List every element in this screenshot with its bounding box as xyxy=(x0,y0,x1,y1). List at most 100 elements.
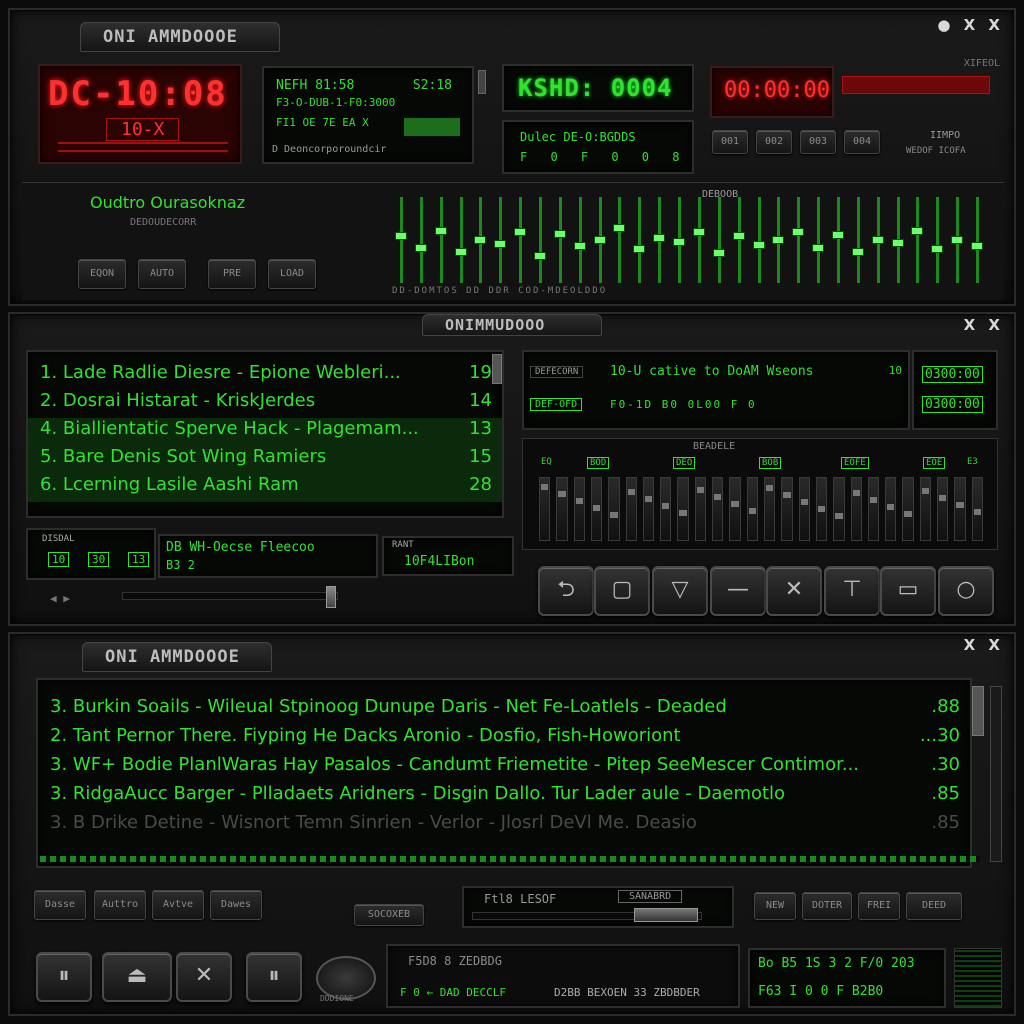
eq-band-knob[interactable] xyxy=(553,229,566,238)
mixer-fader[interactable] xyxy=(764,477,776,541)
eq-band-slider[interactable] xyxy=(534,197,546,283)
mixer-fader-cap[interactable] xyxy=(679,510,687,516)
mixer-fader-cap[interactable] xyxy=(783,492,791,498)
eq-band-slider[interactable] xyxy=(573,197,586,283)
right-button-3[interactable]: 003 xyxy=(800,130,836,154)
eq-band-slider[interactable] xyxy=(792,197,805,283)
eq-band-slider[interactable] xyxy=(474,197,487,283)
eq-band-knob[interactable] xyxy=(792,228,805,237)
eq-band-slider[interactable] xyxy=(812,197,825,283)
close-track-button[interactable]: ✕ xyxy=(176,952,232,1002)
eq-band-slider[interactable] xyxy=(752,197,765,283)
eq-band-knob[interactable] xyxy=(434,226,447,235)
eq-band-slider[interactable] xyxy=(414,197,427,283)
eq-band-knob[interactable] xyxy=(772,236,785,244)
playlist-row-selected[interactable]: 5. Bare Denis Sot Wing Ramiers 15 xyxy=(28,446,502,474)
eq-band-knob[interactable] xyxy=(534,251,546,260)
mixer-fader[interactable] xyxy=(556,477,568,541)
eq-band-slider[interactable] xyxy=(633,197,646,283)
playlist-row-selected[interactable]: 4. Biallientatic Sperve Hack - Plagemam.… xyxy=(28,418,502,446)
mixer-fader-cap[interactable] xyxy=(575,498,583,504)
mixer-fader-cap[interactable] xyxy=(558,491,566,497)
library-right-button-3[interactable]: FREI xyxy=(858,892,900,920)
eq-band-slider[interactable] xyxy=(434,197,447,283)
mixer-fader[interactable] xyxy=(590,477,603,541)
mixer-fader-cap[interactable] xyxy=(592,505,601,511)
eq-band-slider[interactable] xyxy=(832,197,844,283)
mixer-fader-cap[interactable] xyxy=(887,504,895,510)
eq-band-slider[interactable] xyxy=(653,197,666,283)
mixer-fader[interactable] xyxy=(677,477,689,541)
mixer-fader[interactable] xyxy=(712,477,724,541)
mixer-faders[interactable] xyxy=(537,477,987,541)
circle-button[interactable]: ○ xyxy=(938,566,994,616)
mixer-fader-cap[interactable] xyxy=(973,509,981,515)
mixer-fader[interactable] xyxy=(660,477,672,541)
mixer-fader-cap[interactable] xyxy=(800,499,808,505)
mixer-fader-cap[interactable] xyxy=(610,512,618,518)
eq-on-button[interactable]: EQON xyxy=(78,259,126,289)
repeat-button[interactable]: ⮌ xyxy=(538,566,594,616)
eq-band-slider[interactable] xyxy=(692,197,705,283)
mixer-fader-cap[interactable] xyxy=(731,501,739,507)
right-button-2[interactable]: 002 xyxy=(756,130,792,154)
library-window-controls[interactable]: X X xyxy=(964,636,1004,654)
mixer-fader[interactable] xyxy=(850,477,862,541)
mixer-fader[interactable] xyxy=(694,477,707,541)
eq-band-knob[interactable] xyxy=(752,240,765,249)
mixer-fader[interactable] xyxy=(971,477,983,541)
right-button-1[interactable]: 001 xyxy=(712,130,748,154)
eq-band-knob[interactable] xyxy=(673,238,686,247)
library-button-2[interactable]: Auttro xyxy=(94,890,146,920)
mixer-fader[interactable] xyxy=(954,477,966,541)
mixer-fader[interactable] xyxy=(729,477,741,541)
eq-load-button[interactable]: LOAD xyxy=(268,259,316,289)
library-right-button-1[interactable]: NEW xyxy=(754,892,796,920)
right-button-4[interactable]: 004 xyxy=(844,130,880,154)
eq-band-slider[interactable] xyxy=(553,197,566,283)
eq-preset-button[interactable]: PRE xyxy=(208,259,256,289)
eq-band-knob[interactable] xyxy=(633,245,646,254)
eq-auto-button[interactable]: AUTO xyxy=(138,259,186,289)
library-right-button-4[interactable]: DEED xyxy=(906,892,962,920)
close-button[interactable]: ✕ xyxy=(766,566,822,616)
mixer-fader-cap[interactable] xyxy=(904,511,912,517)
playlist-row[interactable]: 2. Dosrai Histarat - KriskJerdes 14 xyxy=(28,390,502,418)
window-button[interactable]: ▭ xyxy=(880,566,936,616)
library-seek-knob[interactable] xyxy=(634,908,698,922)
eq-band-slider[interactable] xyxy=(613,197,626,283)
eq-band-slider[interactable] xyxy=(911,197,924,283)
seek-icons[interactable]: ◀ ▶ xyxy=(50,592,70,605)
mixer-fader-cap[interactable] xyxy=(869,497,878,503)
tee-button[interactable]: ⊤ xyxy=(824,566,880,616)
mixer-fader[interactable] xyxy=(746,477,758,541)
library-button-4[interactable]: Dawes xyxy=(210,890,262,920)
stop-button[interactable]: ▢ xyxy=(594,566,650,616)
mixer-fader-cap[interactable] xyxy=(541,484,549,490)
mixer-fader-cap[interactable] xyxy=(748,508,756,514)
mixer-fader[interactable] xyxy=(798,477,810,541)
mixer-fader[interactable] xyxy=(608,477,620,541)
library-row[interactable]: 3. Burkin Soails - Wileual Stpinoog Dunu… xyxy=(38,696,970,724)
eq-band-slider[interactable] xyxy=(971,197,984,283)
mixer-fader-cap[interactable] xyxy=(662,503,670,509)
mixer-fader-cap[interactable] xyxy=(766,485,774,491)
seek-knob[interactable] xyxy=(326,586,336,608)
library-row[interactable]: 3. RidgaAucc Barger - Plladaets Aridners… xyxy=(38,783,970,811)
eq-band-knob[interactable] xyxy=(414,243,427,252)
eq-band-slider[interactable] xyxy=(931,197,944,283)
eq-band-knob[interactable] xyxy=(931,245,944,254)
info-scroll-indicator[interactable] xyxy=(478,70,486,94)
eq-band-knob[interactable] xyxy=(951,236,964,244)
mixer-fader[interactable] xyxy=(867,477,880,541)
eq-band-knob[interactable] xyxy=(851,247,864,256)
eq-band-slider[interactable] xyxy=(514,197,527,283)
eq-band-sliders[interactable] xyxy=(390,197,986,283)
mixer-fader-cap[interactable] xyxy=(817,506,826,512)
eq-band-knob[interactable] xyxy=(653,234,666,243)
eq-band-slider[interactable] xyxy=(712,197,725,283)
library-scrollbar-track[interactable] xyxy=(990,686,1002,862)
mixer-fader[interactable] xyxy=(625,477,637,541)
eq-band-slider[interactable] xyxy=(891,197,904,283)
mixer-fader-cap[interactable] xyxy=(921,488,930,494)
